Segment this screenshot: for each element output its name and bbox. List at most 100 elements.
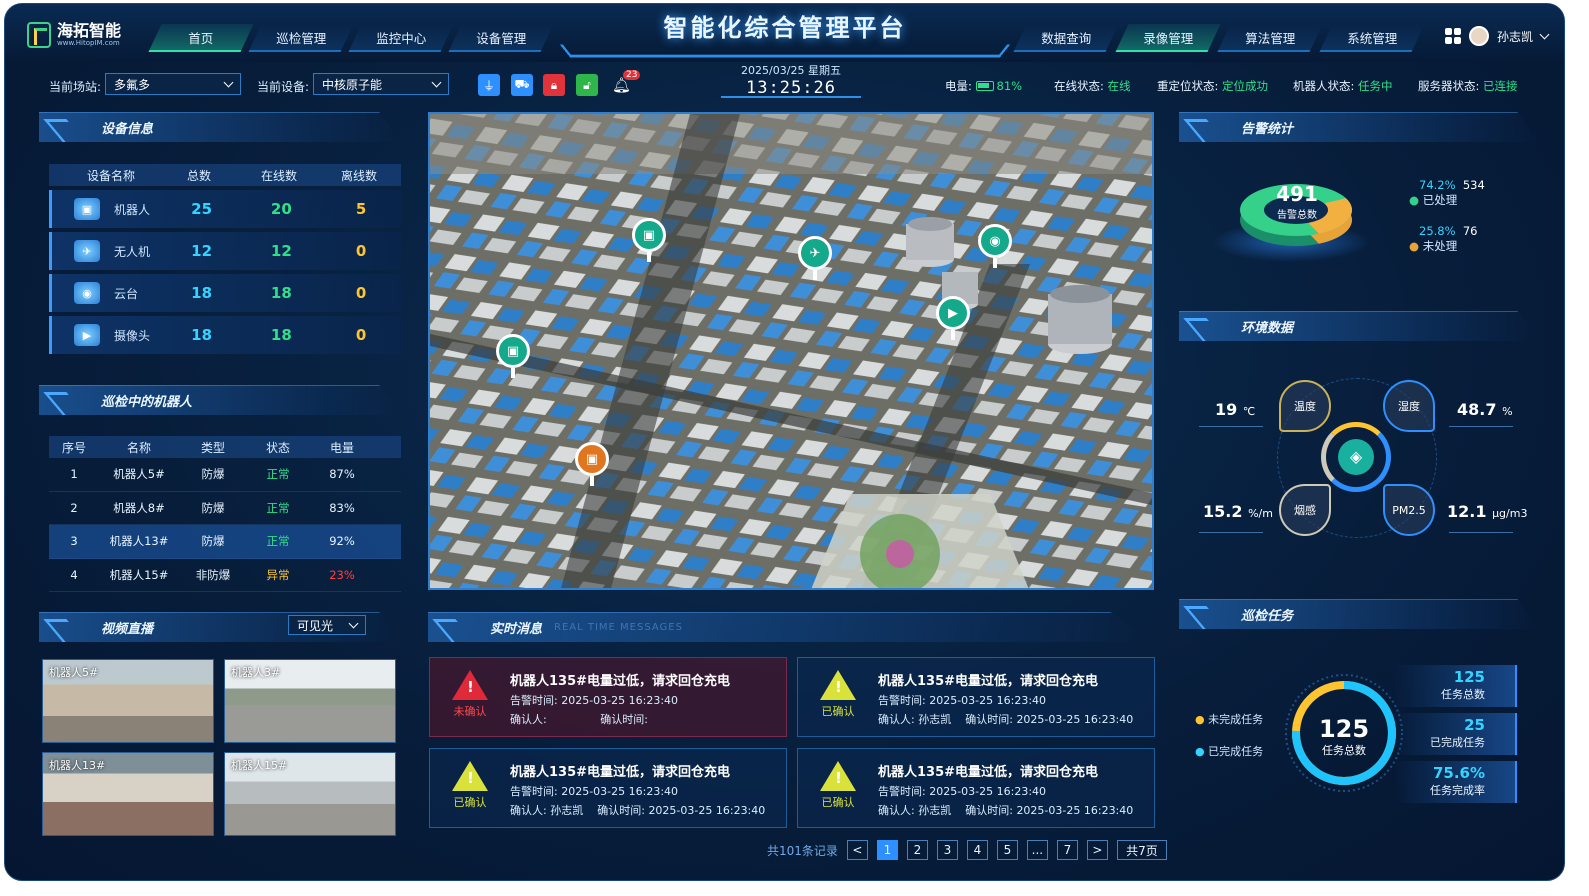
legend-label: 未完成任务 <box>1208 713 1264 726</box>
message-card[interactable]: 已确认 机器人135#电量过低，请求回仓充电 告警时间: 2025-03-25 … <box>797 657 1155 737</box>
nav-data-query[interactable]: 数据查询 <box>1013 24 1119 52</box>
page-button[interactable]: 1 <box>876 840 898 860</box>
page-count: 共7页 <box>1116 840 1167 860</box>
car-icon[interactable]: ⛟ <box>511 74 533 96</box>
petal-label: 湿度 <box>1398 400 1420 413</box>
task-total-label: 任务总数 <box>1322 744 1366 757</box>
stat-label: 任务完成率 <box>1430 784 1485 797</box>
task-legend-finished: ● 已完成任务 <box>1195 745 1264 758</box>
unit: %/m <box>1248 507 1273 520</box>
plug-icon[interactable]: ⏚ <box>478 74 500 96</box>
nav-label: 首页 <box>188 30 214 46</box>
message-card[interactable]: 已确认 机器人135#电量过低，请求回仓充电 告警时间: 2025-03-25 … <box>429 748 787 828</box>
nav-home[interactable]: 首页 <box>148 24 254 52</box>
lock-icon[interactable]: 🔒︎ <box>543 74 565 96</box>
video-feed[interactable]: 机器人5# <box>42 659 214 743</box>
message-card[interactable]: 未确认 机器人135#电量过低，请求回仓充电 告警时间: 2025-03-25 … <box>429 657 787 737</box>
panel-title-text: 环境数据 <box>1241 321 1294 336</box>
legend-count: 534 <box>1462 178 1485 192</box>
stat-value: 75.6% <box>1432 764 1485 782</box>
alarm-total-label: 告警总数 <box>1277 210 1317 221</box>
map-pin-camera[interactable]: ▶ <box>936 296 970 342</box>
next-page-button[interactable]: > <box>1086 840 1108 860</box>
confirm-label: 确认人: <box>510 713 547 726</box>
map-pin-robot-alert[interactable]: ▣ <box>575 442 609 488</box>
table-row[interactable]: 2 机器人8# 防爆 正常 83% <box>49 492 401 525</box>
page-button[interactable]: 2 <box>906 840 928 860</box>
table-row[interactable]: 4 机器人15# 非防爆 异常 23% <box>49 559 401 592</box>
unlock-icon[interactable]: 🔓︎ <box>576 74 598 96</box>
nav-system[interactable]: 系统管理 <box>1319 24 1425 52</box>
divider <box>1449 426 1513 427</box>
value: 15.2 <box>1203 502 1243 521</box>
device-name: 云台 <box>114 286 139 301</box>
panel-title-text: 设备信息 <box>101 122 154 137</box>
nav-algorithm[interactable]: 算法管理 <box>1217 24 1323 52</box>
page-button[interactable]: 3 <box>936 840 958 860</box>
page-button[interactable]: 5 <box>996 840 1018 860</box>
message-confirm: 确认人: 确认时间: <box>510 711 648 727</box>
cell: 机器人5# <box>113 467 165 482</box>
map-pin-robot[interactable]: ▣ <box>496 334 530 380</box>
status-label: 机器人状态: <box>1293 79 1355 93</box>
avatar[interactable] <box>1469 26 1489 46</box>
table-row[interactable]: ▶ 摄像头 18 18 0 <box>49 316 401 354</box>
device-offline: 0 <box>355 284 367 302</box>
site-select[interactable]: 多氟多 <box>105 73 241 95</box>
env-humidity-value: 48.7 % <box>1457 400 1513 419</box>
panel-subtitle: REAL TIME MESSAGES <box>554 622 683 633</box>
user-name[interactable]: 孙志凯 <box>1497 28 1533 45</box>
cell: 非防爆 <box>195 567 231 582</box>
nav-device[interactable]: 设备管理 <box>448 24 554 52</box>
map-pin-robot[interactable]: ▣ <box>632 218 666 264</box>
cell: 23% <box>329 567 355 582</box>
nav-monitor[interactable]: 监控中心 <box>348 24 454 52</box>
nav-patrol[interactable]: 巡检管理 <box>248 24 354 52</box>
cell: 87% <box>329 467 355 482</box>
page-ellipsis[interactable]: ... <box>1026 840 1048 860</box>
cell: 机器人15# <box>109 567 169 582</box>
apps-grid-icon[interactable] <box>1445 28 1461 44</box>
message-time: 告警时间: 2025-03-25 16:23:40 <box>878 694 1047 707</box>
robot-icon: ▣ <box>632 218 666 252</box>
map-scene <box>430 114 1152 588</box>
video-feed[interactable]: 机器人3# <box>224 659 396 743</box>
device-offline: 5 <box>355 200 367 218</box>
page-button[interactable]: 7 <box>1056 840 1078 860</box>
message-card[interactable]: 已确认 机器人135#电量过低，请求回仓充电 告警时间: 2025-03-25 … <box>797 748 1155 828</box>
nav-recording[interactable]: 录像管理 <box>1115 24 1221 52</box>
page-button[interactable]: 4 <box>966 840 988 860</box>
chevron-down-icon[interactable] <box>1539 29 1550 39</box>
table-row[interactable]: ✈ 无人机 12 12 0 <box>49 232 401 270</box>
stat-label: 已完成任务 <box>1430 736 1485 749</box>
confirm-label: 确认人: <box>510 804 547 817</box>
video-feed[interactable]: 机器人13# <box>42 752 214 836</box>
factory-3d-map[interactable]: ▣ ✈ ◉ ▶ ▣ ▣ <box>428 112 1154 590</box>
status-cell: 异常 <box>266 567 290 582</box>
map-pin-drone[interactable]: ✈ <box>798 236 832 282</box>
task-title: 巡检任务 <box>1179 599 1539 629</box>
warning-icon <box>452 761 488 791</box>
pagination-total: 共101条记录 <box>767 843 838 858</box>
table-row[interactable]: 3 机器人13# 防爆 正常 92% <box>49 525 401 559</box>
video-feed[interactable]: 机器人15# <box>224 752 396 836</box>
map-pin-ptz[interactable]: ◉ <box>978 224 1012 270</box>
device-select[interactable]: 中核原子能 <box>313 73 449 95</box>
message-title: 机器人135#电量过低，请求回仓充电 <box>510 765 731 780</box>
message-status: 已确认 <box>450 761 490 810</box>
unit: μg/m3 <box>1492 507 1528 520</box>
video-mode-select[interactable]: 可见光 <box>288 615 366 635</box>
device-total: 18 <box>191 326 213 344</box>
cell: 机器人8# <box>113 500 165 515</box>
device-info-title: 设备信息 <box>39 112 401 142</box>
table-row[interactable]: ◉ 云台 18 18 0 <box>49 274 401 312</box>
table-row[interactable]: ▣ 机器人 25 20 5 <box>49 190 401 228</box>
cell: 防爆 <box>201 534 225 549</box>
feed-label: 机器人13# <box>49 759 106 772</box>
prev-page-button[interactable]: < <box>846 840 868 860</box>
table-row[interactable]: 1 机器人5# 防爆 正常 87% <box>49 458 401 492</box>
user-area[interactable]: 孙志凯 <box>1445 26 1550 46</box>
device-label: 当前设备: <box>257 80 310 94</box>
logo-icon <box>27 22 51 48</box>
status-robot: 机器人状态: 任务中 <box>1293 78 1393 94</box>
